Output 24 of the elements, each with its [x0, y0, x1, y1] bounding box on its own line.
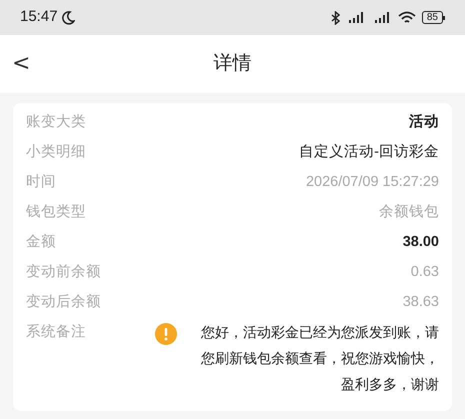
field-label: 系统备注	[26, 323, 86, 342]
field-label: 时间	[26, 173, 56, 192]
wifi-icon	[398, 10, 416, 24]
page-title: 详情	[214, 52, 252, 76]
field-value: 活动	[409, 113, 439, 132]
field-label: 金额	[26, 232, 56, 252]
battery-icon: 85	[422, 11, 445, 24]
field-value: 38.00	[402, 233, 439, 252]
back-button[interactable]: <	[12, 53, 30, 75]
field-label: 变动前余额	[26, 262, 101, 282]
field-value: 余额钱包	[379, 202, 439, 222]
moon-icon	[62, 10, 75, 24]
field-label: 变动后余额	[26, 292, 101, 312]
remark-text: 您好，活动彩金已经为您派发到账，请您刷新钱包余额查看，祝您游戏愉快，盈利多多，谢谢	[200, 323, 439, 394]
status-time: 15:47	[20, 7, 58, 28]
bluetooth-icon	[330, 10, 340, 24]
warning-icon	[155, 323, 177, 345]
field-value: 0.63	[410, 263, 439, 282]
field-value: 38.63	[402, 293, 439, 312]
field-value: 自定义活动-回访彩金	[299, 142, 439, 162]
field-label: 账变大类	[26, 112, 86, 132]
field-label: 小类明细	[26, 143, 86, 162]
field-label: 钱包类型	[26, 203, 86, 222]
field-value: 2026/07/09 15:27:29	[306, 173, 439, 192]
